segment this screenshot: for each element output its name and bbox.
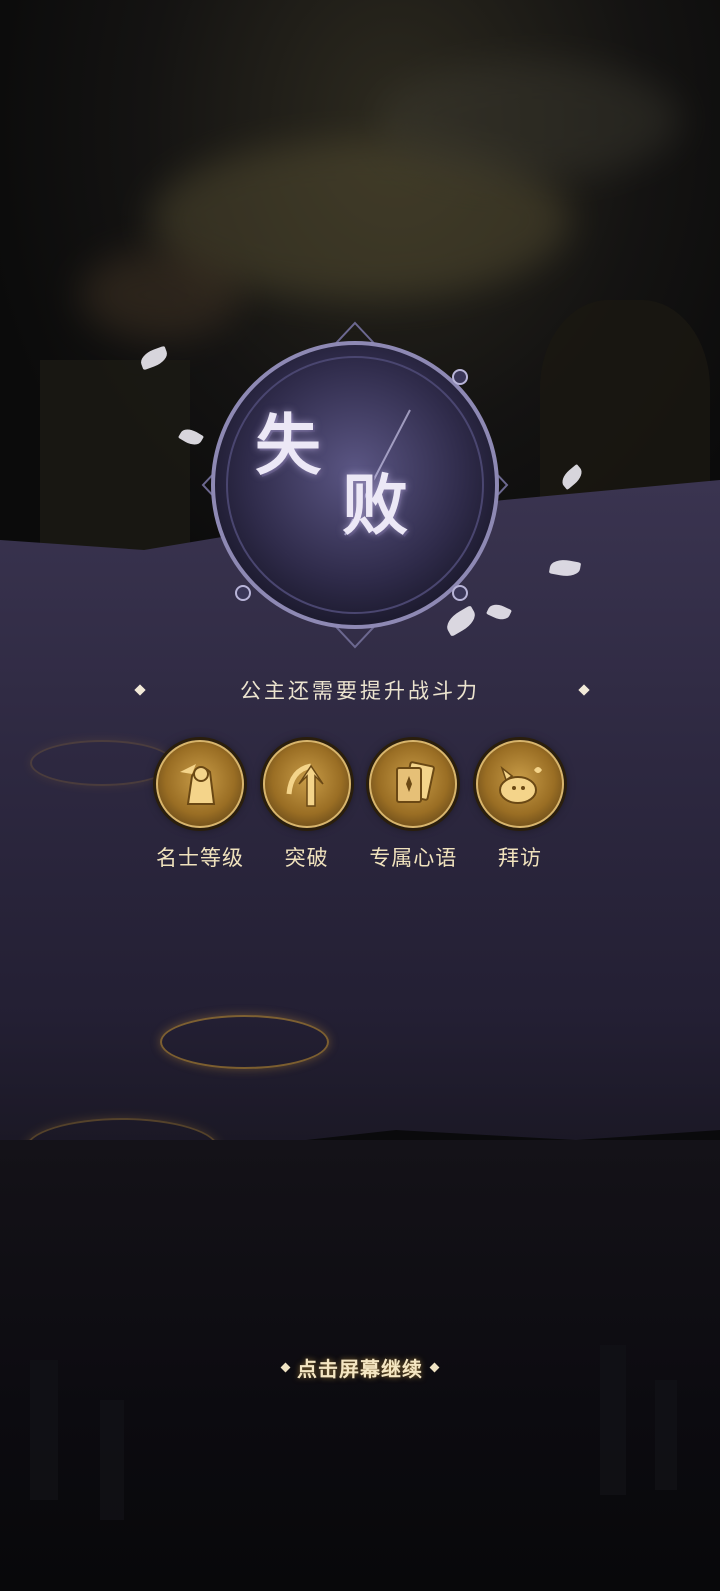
diamond-ornament-icon <box>429 1362 440 1372</box>
diamond-ornament-icon <box>578 684 590 696</box>
improvement-tips: 名士等级 突破 专属心语 拜访 <box>150 740 570 880</box>
stone-pillar <box>655 1380 677 1490</box>
defeat-title-char-1: 失 <box>255 406 321 484</box>
defeat-screen[interactable]: 失 败 公主还需要提升战斗力 名士等级 突破 专属心语 拜访 点击屏幕继续 <box>0 0 720 1591</box>
tip-label: 专属心语 <box>369 846 458 870</box>
tip-hero-level[interactable]: 名士等级 <box>150 740 250 880</box>
smoke-swirl <box>380 60 680 180</box>
temple-silhouette <box>40 360 190 560</box>
continue-label: 点击屏幕继续 <box>297 1356 423 1381</box>
defeat-subtitle-row: 公主还需要提升战斗力 <box>0 672 720 708</box>
tip-exclusive-whisper[interactable]: 专属心语 <box>363 740 463 880</box>
glow-ring <box>160 1015 329 1069</box>
tip-label: 名士等级 <box>156 846 244 870</box>
defeat-subtitle: 公主还需要提升战斗力 <box>240 679 480 703</box>
tip-visit[interactable]: 拜访 <box>470 740 570 880</box>
tip-label: 拜访 <box>497 846 542 870</box>
tip-label: 突破 <box>284 846 329 870</box>
diamond-ornament-icon <box>134 684 146 696</box>
stone-pillar <box>100 1400 124 1520</box>
diamond-ornament-icon <box>280 1362 291 1372</box>
tap-to-continue[interactable]: 点击屏幕继续 <box>0 1352 720 1382</box>
pet-visit-icon <box>475 740 564 828</box>
defeat-title-char-2: 败 <box>342 466 408 544</box>
cards-icon <box>369 740 458 828</box>
tip-breakthrough[interactable]: 突破 <box>257 740 357 880</box>
breakthrough-arrow-icon <box>262 740 351 828</box>
hero-portrait-icon <box>156 740 244 828</box>
